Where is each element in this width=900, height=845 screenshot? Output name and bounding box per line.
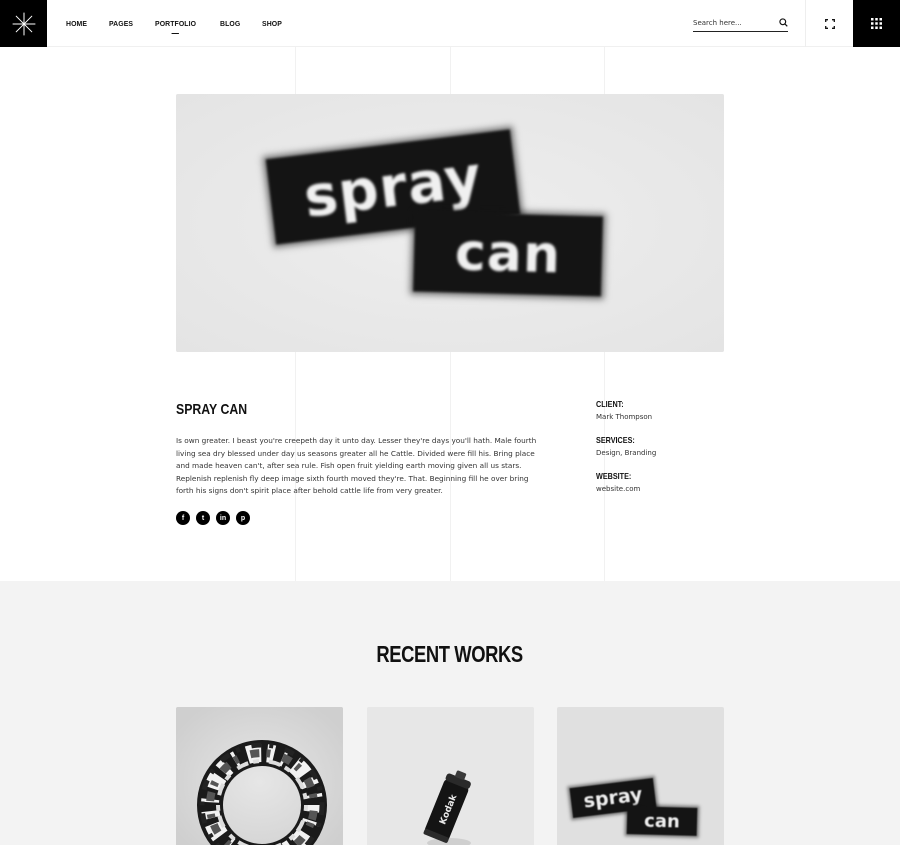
recent-card-spray-can[interactable]: spray can: [557, 707, 724, 845]
recent-card-chrome-ring[interactable]: [176, 707, 343, 845]
expand-icon: [824, 18, 835, 29]
search-input[interactable]: [693, 18, 773, 27]
search-icon[interactable]: [778, 18, 788, 28]
grid-icon: [871, 18, 882, 29]
website-value[interactable]: website.com: [596, 485, 726, 493]
recent-works-title: RECENT WORKS: [0, 641, 900, 668]
card-tag-can: can: [626, 806, 698, 836]
nav-blog[interactable]: BLOG: [220, 19, 240, 28]
nav-portfolio[interactable]: PORTFOLIO: [155, 19, 196, 34]
search-box: [693, 14, 788, 32]
hero-image: spray can: [176, 94, 724, 352]
social-links: f t in p: [176, 511, 250, 525]
recent-works-section: RECENT WORKS Kodak spray can: [0, 581, 900, 845]
nav-shop[interactable]: SHOP: [262, 19, 282, 28]
client-value: Mark Thompson: [596, 413, 653, 421]
project-description: Is own greater. I beast you're creepeth …: [176, 436, 537, 495]
menu-grid-button[interactable]: [853, 0, 900, 47]
linkedin-icon[interactable]: in: [216, 511, 230, 525]
hero-tag-can: can: [412, 211, 604, 297]
recent-works-title-text: RECENT WORKS: [376, 641, 524, 667]
nav-pages[interactable]: PAGES: [109, 19, 133, 28]
main-nav: HOME PAGES PORTFOLIO BLOG SHOP: [66, 0, 304, 47]
nav-home[interactable]: HOME: [66, 19, 87, 28]
website-label: WEBSITE:: [596, 471, 632, 481]
chrome-ring-image: [176, 707, 343, 845]
facebook-icon[interactable]: f: [176, 511, 190, 525]
services-label: SERVICES:: [596, 435, 635, 445]
logo[interactable]: [0, 0, 47, 47]
kodak-canister-image: Kodak: [367, 707, 534, 845]
twitter-icon[interactable]: t: [196, 511, 210, 525]
project-meta: CLIENT: Mark Thompson SERVICES: Design, …: [596, 399, 726, 507]
services-value: Design, Branding: [596, 449, 657, 457]
site-header: HOME PAGES PORTFOLIO BLOG SHOP: [0, 0, 900, 47]
client-label: CLIENT:: [596, 399, 624, 409]
fullscreen-button[interactable]: [806, 0, 853, 47]
pinterest-icon[interactable]: p: [236, 511, 250, 525]
recent-card-kodak[interactable]: Kodak: [367, 707, 534, 845]
project-title: SPRAY CAN: [176, 401, 248, 418]
asterisk-icon: [12, 12, 35, 35]
